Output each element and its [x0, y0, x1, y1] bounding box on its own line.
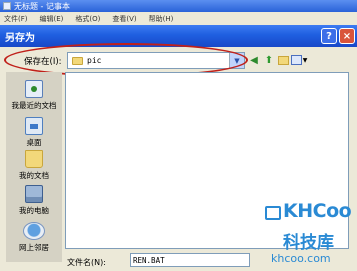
notepad-titlebar: 无标题 - 记事本 [0, 0, 357, 12]
place-my-computer[interactable]: 我的电脑 [6, 185, 62, 216]
network-places-icon [23, 222, 45, 240]
place-my-documents[interactable]: 我的文档 [6, 150, 62, 181]
menu-file[interactable]: 文件(F) [4, 14, 28, 24]
save-in-dropdown[interactable]: pic ▼ [67, 52, 245, 69]
save-as-titlebar: 另存为 ? × [0, 25, 357, 47]
menu-format[interactable]: 格式(O) [75, 14, 100, 24]
back-icon[interactable]: ◀ [247, 53, 261, 67]
notepad-menubar: 文件(F) 编辑(E) 格式(O) 查看(V) 帮助(H) [0, 12, 357, 25]
desktop-icon [25, 117, 43, 135]
close-button[interactable]: × [339, 28, 355, 44]
notepad-icon [3, 2, 11, 10]
watermark-brand: KHCoo [283, 200, 352, 222]
notepad-title: 无标题 - 记事本 [14, 1, 70, 11]
place-label: 我最近的文档 [11, 101, 57, 110]
my-documents-icon [25, 150, 43, 168]
place-label: 我的电脑 [19, 206, 49, 215]
place-label: 桌面 [26, 138, 42, 147]
menu-view[interactable]: 查看(V) [112, 14, 136, 24]
place-recent[interactable]: 我最近的文档 [6, 80, 62, 111]
place-label: 我的文档 [19, 171, 49, 180]
places-bar: 我最近的文档 桌面 我的文档 我的电脑 网上邻居 [6, 72, 62, 262]
book-logo-icon [265, 206, 281, 220]
up-folder-icon[interactable]: ⬆ [262, 53, 276, 67]
watermark: KHCoo 科技库 khcoo.com [261, 200, 353, 268]
help-button[interactable]: ? [321, 28, 337, 44]
place-desktop[interactable]: 桌面 [6, 117, 62, 148]
file-name-label: 文件名(N): [67, 258, 106, 267]
new-folder-icon[interactable] [277, 53, 289, 67]
place-label: 网上邻居 [19, 243, 49, 252]
save-in-label: 保存在(I): [24, 57, 62, 67]
save-in-value: pic [87, 56, 102, 65]
chevron-down-icon[interactable]: ▼ [229, 53, 244, 68]
menu-help[interactable]: 帮助(H) [149, 14, 174, 24]
watermark-domain: khcoo.com [271, 252, 331, 265]
view-menu-icon[interactable]: ▼ [290, 53, 308, 67]
dialog-title: 另存为 [5, 32, 35, 44]
file-name-input[interactable]: REN.BAT [130, 253, 250, 267]
menu-edit[interactable]: 编辑(E) [40, 14, 64, 24]
my-computer-icon [25, 185, 43, 203]
recent-documents-icon [25, 80, 43, 98]
folder-icon [72, 56, 83, 65]
place-network[interactable]: 网上邻居 [6, 222, 62, 253]
watermark-chinese: 科技库 [283, 233, 334, 253]
